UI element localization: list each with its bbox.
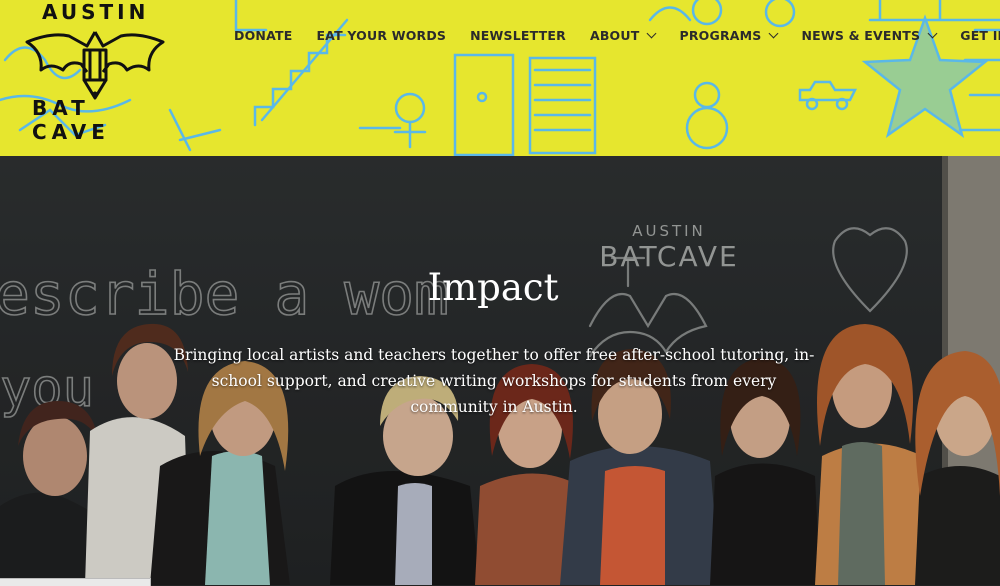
nav-get-involved[interactable]: GET INVOLVED: [960, 28, 1000, 43]
site-logo[interactable]: AUSTIN BAT CAVE: [12, 0, 177, 152]
logo-text-bottom: BAT CAVE: [32, 96, 110, 144]
nav-news-events-label: NEWS & EVENTS: [801, 28, 921, 43]
nav-newsletter[interactable]: NEWSLETTER: [470, 28, 566, 43]
site-header: AUSTIN BAT CAVE DONATE EAT YOUR WORDS NE…: [0, 0, 1000, 156]
nav-programs[interactable]: PROGRAMS: [679, 28, 779, 43]
nav-newsletter-label: NEWSLETTER: [470, 28, 566, 43]
chevron-down-icon: [647, 28, 657, 39]
chevron-down-icon: [927, 28, 938, 39]
nav-programs-label: PROGRAMS: [679, 28, 762, 43]
nav-eat-your-words-label: EAT YOUR WORDS: [316, 28, 447, 43]
hero-description: Bringing local artists and teachers toge…: [173, 346, 815, 416]
nav-eat-your-words[interactable]: EAT YOUR WORDS: [316, 28, 446, 43]
nav-get-involved-label: GET INVOLVED: [960, 28, 1000, 43]
nav-donate[interactable]: DONATE: [234, 28, 292, 43]
nav-news-events[interactable]: NEWS & EVENTS: [801, 28, 938, 43]
nav-about-label: ABOUT: [589, 28, 640, 43]
chevron-down-icon: [769, 28, 779, 39]
page-title: Impact: [427, 266, 559, 309]
nav-about[interactable]: ABOUT: [589, 28, 657, 43]
bat-logo-icon: [25, 31, 165, 100]
main-navigation: DONATE EAT YOUR WORDS NEWSLETTER ABOUT P…: [234, 28, 1000, 43]
hero-section: AUSTIN BATCAVE escribe a wom you Impact …: [0, 156, 1000, 585]
nav-donate-label: DONATE: [234, 28, 293, 43]
logo-text-top: AUSTIN: [42, 0, 150, 24]
